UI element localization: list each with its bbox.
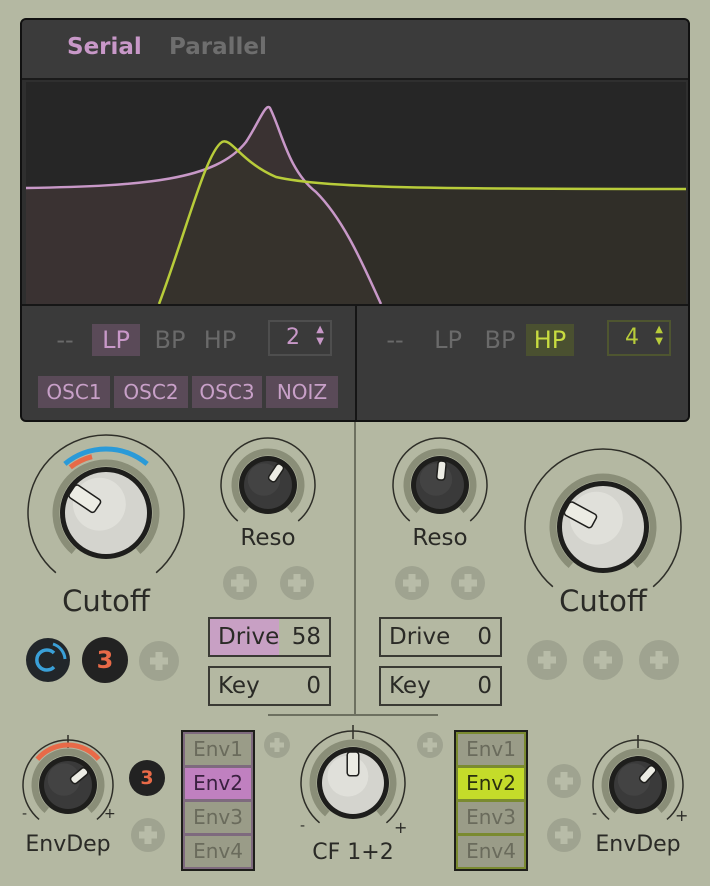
filter2-type-off[interactable]: --	[380, 324, 410, 356]
filter2-reso-label: Reso	[412, 525, 468, 551]
crossfade-label: CF 1+2	[312, 840, 394, 865]
key-value: 0	[477, 673, 492, 699]
plus-sign: +	[675, 806, 689, 825]
knob-highlight	[419, 463, 453, 496]
key-value: 0	[306, 673, 321, 699]
divider	[355, 306, 357, 420]
add-mod-button[interactable]	[583, 640, 623, 680]
env-option-env2[interactable]: Env2	[185, 768, 251, 799]
env-mod-badge[interactable]: 3	[82, 637, 128, 683]
add-mod-button[interactable]	[527, 640, 567, 680]
filter2-type-bp[interactable]: BP	[478, 324, 522, 356]
filter2-slope-spinner[interactable]: 4 ▲ ▼	[607, 320, 671, 356]
filter2-type-hp[interactable]: HP	[526, 324, 574, 356]
env-option-env2[interactable]: Env2	[458, 768, 524, 799]
filter2-reso-knob[interactable]	[390, 435, 490, 535]
filter2-type-lp[interactable]: LP	[426, 324, 470, 356]
filter1-type-bp[interactable]: BP	[148, 324, 192, 356]
filter-response-graph	[26, 82, 686, 304]
up-down-arrows-icon: ▲ ▼	[655, 324, 663, 347]
drive-label: Drive	[389, 624, 451, 650]
drive-label: Drive	[218, 624, 280, 650]
filter1-cutoff-knob[interactable]	[26, 433, 186, 593]
filter1-reso-label: Reso	[240, 525, 296, 551]
routing-tabs: Serial Parallel	[22, 20, 688, 80]
source-osc1[interactable]: OSC1	[38, 376, 110, 408]
plus-sign: +	[394, 818, 408, 837]
knob-pointer	[435, 460, 447, 481]
filter2-env-selector: Env1 Env2 Env3 Env4	[454, 730, 528, 871]
add-mod-button[interactable]	[639, 640, 679, 680]
section-divider	[354, 422, 356, 715]
add-mod-button[interactable]	[131, 818, 165, 852]
filter2-envdep-knob[interactable]	[588, 735, 688, 835]
filter2-slope-value: 4	[625, 325, 639, 350]
env-mod-badge[interactable]: 3	[129, 760, 165, 796]
env-option-env3[interactable]: Env3	[458, 802, 524, 833]
env-option-env4[interactable]: Env4	[458, 836, 524, 867]
filter2-cutoff-label: Cutoff	[559, 584, 647, 618]
add-mod-button[interactable]	[139, 641, 179, 681]
filter1-type-off[interactable]: --	[50, 324, 80, 356]
key-label: Key	[218, 673, 260, 699]
filter1-cutoff-label: Cutoff	[62, 584, 150, 618]
source-noiz[interactable]: NOIZ	[266, 376, 338, 408]
tab-serial[interactable]: Serial	[67, 34, 142, 60]
key-label: Key	[389, 673, 431, 699]
add-mod-button[interactable]	[395, 566, 429, 600]
env-option-env1[interactable]: Env1	[458, 734, 524, 765]
source-osc2[interactable]: OSC2	[114, 376, 188, 408]
filter1-envdep-label: EnvDep	[25, 832, 111, 857]
tab-parallel[interactable]: Parallel	[169, 34, 267, 60]
env-option-env3[interactable]: Env3	[185, 802, 251, 833]
filter1-type-lp[interactable]: LP	[92, 324, 140, 356]
env-option-env4[interactable]: Env4	[185, 836, 251, 867]
filter2-envdep-label: EnvDep	[595, 832, 681, 857]
up-down-arrows-icon: ▲ ▼	[316, 324, 324, 347]
add-mod-button[interactable]	[547, 764, 581, 798]
filter1-slope-value: 2	[286, 325, 300, 350]
source-osc3[interactable]: OSC3	[192, 376, 262, 408]
filter2-key-field[interactable]: Key 0	[379, 666, 502, 706]
filter1-key-field[interactable]: Key 0	[208, 666, 331, 706]
filter1-reso-knob[interactable]	[218, 435, 318, 535]
add-mod-button[interactable]	[417, 732, 443, 758]
filter-display-panel: Serial Parallel -- LP BP HP 2 ▲ ▼ OSC1 OSC…	[20, 18, 690, 422]
add-mod-button[interactable]	[223, 566, 257, 600]
env-option-env1[interactable]: Env1	[185, 734, 251, 765]
lfo-mod-icon[interactable]	[25, 637, 71, 683]
filter1-type-hp[interactable]: HP	[198, 324, 242, 356]
filter1-slope-spinner[interactable]: 2 ▲ ▼	[268, 320, 332, 356]
mod-source-number: 3	[96, 646, 114, 674]
minus-sign: -	[300, 818, 306, 834]
filter2-response-fill	[159, 141, 686, 304]
add-mod-button[interactable]	[280, 566, 314, 600]
drive-value: 58	[291, 624, 321, 650]
add-mod-button[interactable]	[547, 818, 581, 852]
drive-value: 0	[477, 624, 492, 650]
minus-sign: -	[22, 806, 28, 822]
filter1-env-selector: Env1 Env2 Env3 Env4	[181, 730, 255, 871]
add-mod-button[interactable]	[451, 566, 485, 600]
filter2-cutoff-knob[interactable]	[523, 447, 683, 607]
filter1-drive-field[interactable]: Drive 58	[208, 617, 331, 657]
filter1-envdep-knob[interactable]	[18, 735, 118, 835]
knob-pointer	[346, 751, 360, 777]
mod-source-number: 3	[140, 767, 154, 789]
minus-sign: -	[592, 806, 598, 822]
section-divider	[268, 714, 438, 716]
filter-type-controls: -- LP BP HP 2 ▲ ▼ OSC1 OSC2 OSC3 NOIZ -- L…	[22, 304, 688, 420]
filter2-drive-field[interactable]: Drive 0	[379, 617, 502, 657]
plus-sign: +	[104, 806, 116, 822]
add-mod-button[interactable]	[264, 732, 290, 758]
